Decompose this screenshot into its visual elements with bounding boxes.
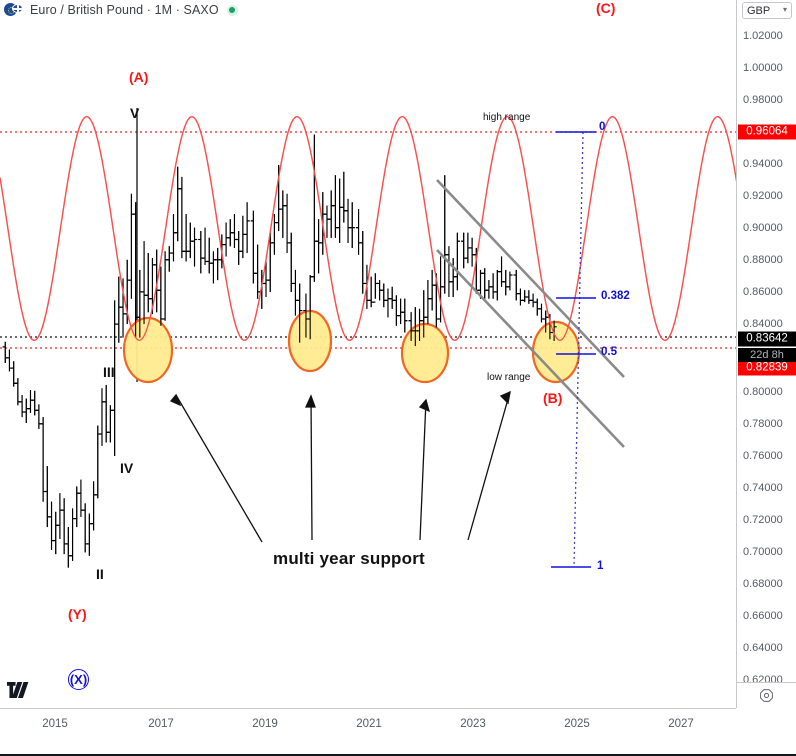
price-tick-label: 0.64000 <box>743 642 783 654</box>
price-tick-label: 0.76000 <box>743 450 783 462</box>
time-tick-label: 2025 <box>564 718 590 730</box>
price-tick-label: 1.02000 <box>743 30 783 42</box>
high-range-price-badge: 0.96064 <box>738 124 796 140</box>
price-tick-label: 0.98000 <box>743 94 783 106</box>
wave-label-y: (Y) <box>68 606 87 622</box>
price-tick-label: 0.66000 <box>743 610 783 622</box>
price-tick-label: 0.90000 <box>743 222 783 234</box>
low-range-label: low range <box>487 372 531 383</box>
price-tick-label: 0.74000 <box>743 482 783 494</box>
time-tick-label: 2019 <box>252 718 278 730</box>
support-ellipse <box>531 320 581 384</box>
cycle-wave-overlay-foreground <box>0 116 736 341</box>
chart-plot-area[interactable]: (C) (A) (B) (Y) (X) V III IV II high ran… <box>0 0 736 708</box>
price-tick-label: 0.80000 <box>743 386 783 398</box>
price-tick-label: 1.00000 <box>743 62 783 74</box>
chart-canvas <box>0 108 736 568</box>
ohlc-bar-series-foreground <box>2 134 557 568</box>
degree-label-iii: III <box>103 364 115 380</box>
price-tick-label: 0.92000 <box>743 190 783 202</box>
market-open-dot-icon <box>226 4 238 16</box>
bar-countdown-badge: 22d 8h <box>738 348 796 362</box>
wave-label-a: (A) <box>129 69 149 85</box>
degree-label-v: V <box>130 105 140 121</box>
support-ellipse <box>400 322 450 384</box>
time-tick-label: 2015 <box>42 718 68 730</box>
fib-label-0: 0 <box>599 121 606 133</box>
currency-label: GBP <box>747 4 771 17</box>
uk-flag-icon <box>12 4 23 13</box>
price-tick-label: 0.88000 <box>743 254 783 266</box>
price-tick-label: 0.86000 <box>743 286 783 298</box>
wave-label-x: (X) <box>68 669 89 690</box>
price-tick-label: 0.78000 <box>743 418 783 430</box>
low-range-price-badge: 0.82839 <box>738 360 796 376</box>
gear-icon <box>760 689 773 702</box>
descending-channel[interactable] <box>436 179 625 448</box>
time-tick-label: 2017 <box>148 718 174 730</box>
chart-screenshot: Euro / British Pound · 1M · SAXO (C) (A)… <box>0 0 796 756</box>
time-tick-label: 2023 <box>460 718 486 730</box>
degree-label-iv: IV <box>120 460 134 476</box>
currency-selector[interactable]: GBP ▾ <box>742 2 792 19</box>
support-arrows <box>169 390 511 543</box>
price-scale[interactable]: GBP ▾ 1.020001.000000.980000.960000.9400… <box>736 0 796 708</box>
ohlc-bar-series <box>2 134 557 568</box>
price-tick-label: 0.72000 <box>743 514 783 526</box>
symbol-flags <box>4 3 24 17</box>
high-range-label: high range <box>483 112 531 123</box>
chart-header: Euro / British Pound · 1M · SAXO <box>0 0 736 20</box>
price-tick-label: 0.68000 <box>743 578 783 590</box>
multi-year-support-label: multi year support <box>273 549 425 568</box>
time-tick-label: 2027 <box>668 718 694 730</box>
last-price-badge: 0.83642 <box>738 331 796 347</box>
scale-settings-button[interactable] <box>737 682 796 708</box>
chevron-down-icon: ▾ <box>782 5 787 14</box>
wave-label-b: (B) <box>543 390 563 406</box>
price-tick-label: 0.94000 <box>743 158 783 170</box>
tradingview-logo-icon[interactable] <box>7 682 29 703</box>
time-scale[interactable]: 2015 2017 2019 2021 2023 2025 2027 <box>0 708 736 756</box>
price-tick-label: 0.70000 <box>743 546 783 558</box>
fib-label-1: 1 <box>597 560 604 572</box>
symbol-title[interactable]: Euro / British Pound · 1M · SAXO <box>30 3 219 17</box>
price-tick-label: 0.84000 <box>743 318 783 330</box>
degree-label-ii: II <box>96 566 104 582</box>
time-tick-label: 2021 <box>356 718 382 730</box>
fib-label-0382: 0.382 <box>601 290 630 302</box>
fib-label-05: 0.5 <box>601 346 617 358</box>
